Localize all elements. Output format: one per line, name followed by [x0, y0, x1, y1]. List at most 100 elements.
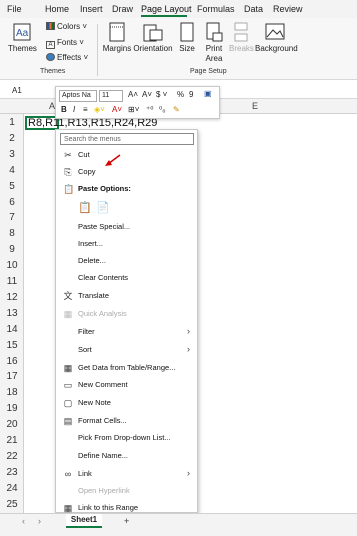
font-color-icon[interactable]: A˅	[112, 105, 122, 114]
sheet-tab-sheet1[interactable]: Sheet1	[66, 514, 102, 528]
effects-button[interactable]: Effects ˅	[46, 53, 88, 62]
size-button[interactable]: Size	[177, 22, 197, 54]
tab-file[interactable]: File	[7, 4, 22, 14]
tab-review[interactable]: Review	[273, 4, 303, 14]
next-sheet-icon[interactable]: ›	[38, 516, 41, 526]
annotation-arrow-icon	[105, 154, 121, 166]
row-number[interactable]: 20	[0, 419, 24, 430]
row-number[interactable]: 25	[0, 499, 24, 510]
margins-button[interactable]: Margins	[102, 22, 132, 54]
bold-button[interactable]: B	[61, 105, 67, 114]
row-number[interactable]: 15	[0, 340, 24, 351]
themes-button[interactable]: Aa Themes	[8, 22, 37, 54]
menu-item-define-name[interactable]: Define Name...	[56, 449, 197, 463]
menu-item-insert[interactable]: Insert...	[56, 237, 197, 251]
menu-item-paste-options[interactable]: 📋 Paste Options:	[56, 182, 197, 196]
paste-icon[interactable]: 📋	[78, 201, 92, 214]
comma-icon[interactable]: 9	[189, 90, 193, 99]
row-number[interactable]: 22	[0, 451, 24, 462]
orientation-button[interactable]: Orientation	[133, 22, 173, 54]
tab-home[interactable]: Home	[45, 4, 69, 14]
print-area-label: Print Area	[205, 44, 223, 63]
row-number[interactable]: 24	[0, 483, 24, 494]
fill-color-icon[interactable]: ◈˅	[94, 105, 105, 114]
font-size-box[interactable]: 11	[99, 90, 123, 102]
menu-item-link[interactable]: ∞ Link ›	[56, 467, 197, 481]
ribbon-tab-bar: File Home Insert Draw Page Layout Formul…	[0, 0, 357, 18]
row-number[interactable]: 5	[0, 181, 24, 192]
format-painter-icon[interactable]: ✎	[173, 105, 180, 114]
row-number[interactable]: 10	[0, 260, 24, 271]
menu-item-translate[interactable]: 文 Translate	[56, 289, 197, 303]
copy-icon: ⎘	[64, 167, 72, 177]
row-number[interactable]: 12	[0, 292, 24, 303]
print-area-icon	[206, 22, 223, 42]
align-center-icon[interactable]: ≡	[83, 105, 88, 114]
group-separator	[97, 24, 98, 76]
tab-page-layout[interactable]: Page Layout	[141, 4, 192, 14]
decrease-font-icon[interactable]: A˅	[142, 90, 152, 99]
tab-insert[interactable]: Insert	[80, 4, 103, 14]
cut-label: Cut	[78, 150, 90, 159]
row-number[interactable]: 2	[0, 133, 24, 144]
menu-item-delete[interactable]: Delete...	[56, 254, 197, 268]
background-button[interactable]: Background	[255, 22, 298, 54]
name-box[interactable]: A1	[6, 84, 46, 97]
row-number[interactable]: 21	[0, 435, 24, 446]
percent-icon[interactable]: %	[177, 90, 184, 99]
fonts-icon: A	[46, 41, 55, 49]
row-number[interactable]: 16	[0, 356, 24, 367]
tab-data[interactable]: Data	[244, 4, 263, 14]
tab-formulas[interactable]: Formulas	[197, 4, 235, 14]
row-number[interactable]: 19	[0, 403, 24, 414]
menu-item-get-data-from-table[interactable]: ▦ Get Data from Table/Range...	[56, 361, 197, 375]
prev-sheet-icon[interactable]: ‹	[22, 516, 25, 526]
borders-icon[interactable]: ⊞˅	[128, 105, 139, 114]
menu-item-filter[interactable]: Filter ›	[56, 325, 197, 339]
increase-font-icon[interactable]: A˄	[128, 90, 138, 99]
margins-icon	[109, 22, 125, 42]
menu-item-new-comment[interactable]: ▭ New Comment	[56, 378, 197, 392]
decrease-decimal-icon[interactable]: ⁰₀	[159, 105, 166, 114]
menu-item-copy[interactable]: ⎘ Copy	[56, 165, 197, 179]
row-number[interactable]: 3	[0, 149, 24, 160]
background-label: Background	[255, 44, 298, 53]
menu-item-new-note[interactable]: ▢ New Note	[56, 396, 197, 410]
row-number[interactable]: 13	[0, 308, 24, 319]
search-menus-input[interactable]: Search the menus	[60, 133, 194, 145]
print-area-button[interactable]: Print Area	[203, 22, 225, 64]
menu-item-format-cells[interactable]: ▤ Format Cells...	[56, 414, 197, 428]
menu-item-sort[interactable]: Sort ›	[56, 343, 197, 357]
menu-item-paste-special[interactable]: Paste Special...	[56, 220, 197, 234]
currency-icon[interactable]: $ ˅	[156, 90, 167, 99]
italic-button[interactable]: I	[73, 105, 75, 114]
row-number[interactable]: 9	[0, 244, 24, 255]
link-label: Link	[78, 469, 92, 478]
tab-draw[interactable]: Draw	[112, 4, 133, 14]
row-number[interactable]: 8	[0, 228, 24, 239]
row-number[interactable]: 17	[0, 371, 24, 382]
row-number[interactable]: 18	[0, 387, 24, 398]
menu-item-clear-contents[interactable]: Clear Contents	[56, 271, 197, 285]
paste-options-icon: 📋	[63, 184, 75, 194]
font-name-box[interactable]: Aptos Na	[59, 90, 97, 102]
format-table-icon[interactable]: ▣	[204, 89, 212, 98]
mini-toolbar: Aptos Na 11 A˄ A˅ $ ˅ % 9 ▣ B I ≡ ◈˅ A˅ …	[55, 86, 220, 119]
row-number[interactable]: 11	[0, 276, 24, 287]
breaks-button[interactable]: Breaks	[229, 22, 254, 54]
increase-decimal-icon[interactable]: ⁺⁰	[146, 105, 153, 114]
paste-values-icon[interactable]: 📄	[96, 201, 110, 214]
menu-item-pick-from-drop-down[interactable]: Pick From Drop-down List...	[56, 431, 197, 445]
colors-button[interactable]: Colors ˅	[46, 22, 87, 31]
row-number[interactable]: 4	[0, 165, 24, 176]
submenu-chevron-icon: ›	[187, 468, 190, 478]
fonts-button[interactable]: A Fonts ˅	[46, 38, 84, 49]
row-number[interactable]: 6	[0, 197, 24, 208]
row-number[interactable]: 23	[0, 467, 24, 478]
row-number[interactable]: 14	[0, 324, 24, 335]
row-number[interactable]: 1	[0, 117, 24, 128]
menu-item-cut[interactable]: ✂ Cut	[56, 148, 197, 162]
column-header-e[interactable]: E	[252, 101, 258, 111]
row-number[interactable]: 7	[0, 212, 24, 223]
add-sheet-button[interactable]: +	[124, 516, 129, 526]
